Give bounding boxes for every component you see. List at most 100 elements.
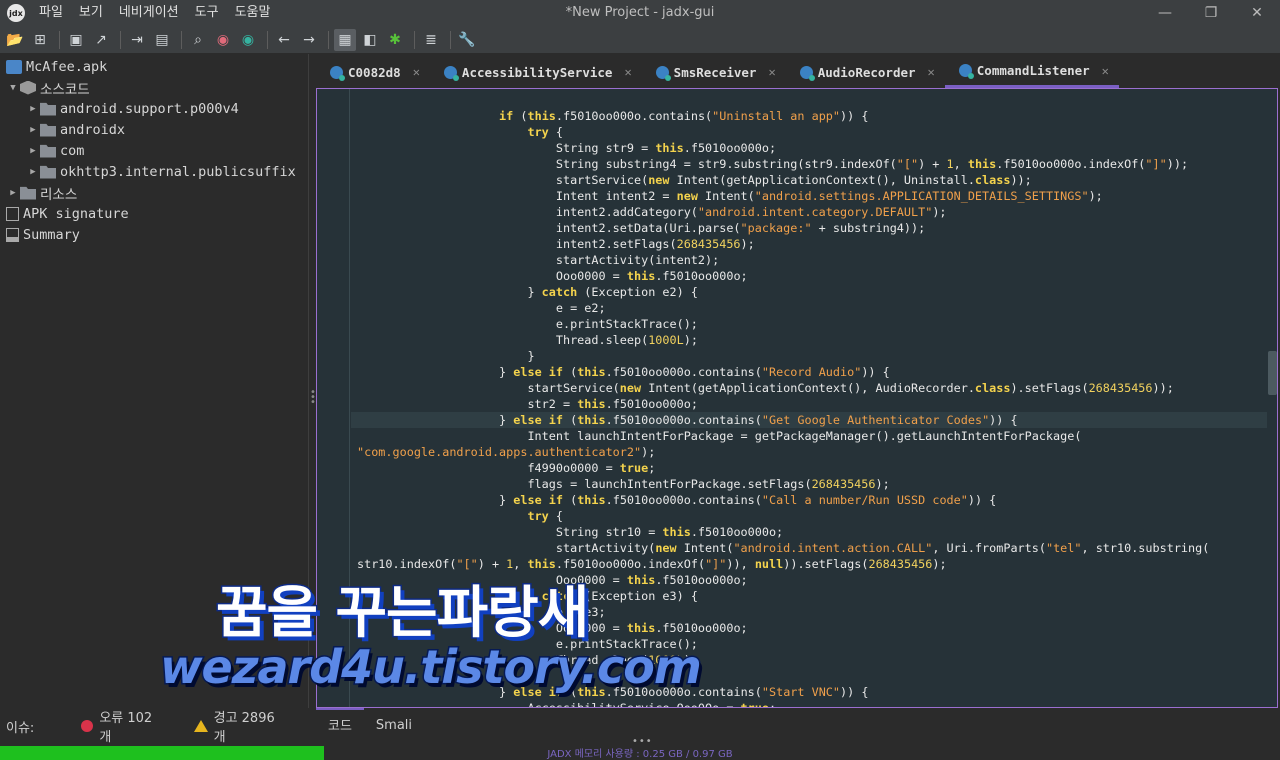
tree-item-label: 소스코드 — [40, 81, 90, 98]
close-window-button[interactable]: ✕ — [1234, 0, 1280, 26]
code-token: new — [676, 189, 698, 203]
close-icon[interactable]: ✕ — [413, 65, 420, 79]
class-icon — [958, 64, 974, 79]
code-token: } — [357, 285, 542, 299]
code-token: new — [655, 541, 677, 555]
chevron-right-icon[interactable]: ▶ — [26, 125, 40, 135]
code-token: Intent(getApplicationContext(), Uninstal… — [669, 173, 975, 187]
back-icon[interactable]: ← — [273, 29, 295, 51]
code-token: this — [655, 141, 684, 155]
code-token: Intent( — [676, 541, 734, 555]
menu-file[interactable]: 파일 — [31, 0, 71, 26]
deobfuscation-icon[interactable]: ▦ — [334, 28, 356, 51]
code-token: try — [527, 509, 549, 523]
code-token: )) { — [967, 493, 997, 507]
code-line: startService(new Intent(getApplicationCo… — [357, 172, 1267, 188]
sync-icon[interactable]: ⇥ — [126, 29, 148, 51]
error-count[interactable]: 오류 102개 — [81, 707, 163, 745]
log-icon[interactable]: ≣ — [420, 29, 442, 51]
close-icon[interactable]: ✕ — [928, 65, 935, 79]
tab-audiorecorder[interactable]: AudioRecorder ✕ — [786, 56, 945, 88]
search-icon[interactable]: ⌕ — [187, 29, 209, 51]
tree-item[interactable]: Summary — [0, 224, 308, 245]
tab-code[interactable]: 코드 — [316, 708, 364, 744]
code-token: ); — [932, 205, 947, 219]
chevron-right-icon[interactable]: ▶ — [26, 104, 40, 114]
quark-icon[interactable]: ◧ — [359, 29, 381, 51]
tree-item-label: 리소스 — [40, 186, 78, 203]
tree-item[interactable]: ▼ 소스코드 — [0, 77, 308, 98]
tab-smsreceiver[interactable]: SmsReceiver ✕ — [642, 56, 786, 88]
tab-accessibilityservice[interactable]: AccessibilityService ✕ — [430, 56, 642, 88]
tree-item[interactable]: ▶ okhttp3.internal.publicsuffix — [0, 161, 308, 182]
close-icon[interactable]: ✕ — [768, 65, 775, 79]
code-line: str2 = this.f5010oo000o; — [357, 396, 1267, 412]
tab-label: CommandListener — [976, 63, 1090, 78]
code-token: String str9 = — [357, 141, 656, 155]
code-line: startActivity(intent2); — [357, 252, 1267, 268]
save-icon[interactable]: ▣ — [65, 29, 87, 51]
preferences-icon[interactable]: 🔧 — [456, 29, 478, 51]
warning-count[interactable]: 경고 2896개 — [193, 707, 286, 745]
close-icon[interactable]: ✕ — [1102, 64, 1109, 78]
code-line: } else if (this.f5010oo000o.contains("Ge… — [351, 412, 1267, 428]
chevron-down-icon[interactable]: ▼ — [6, 83, 20, 93]
tree-item[interactable]: McAfee.apk — [0, 56, 308, 77]
code-token: 1 — [946, 157, 954, 171]
code-token: "Uninstall an app" — [712, 109, 841, 123]
tree-item[interactable]: ▶ android.support.p000v4 — [0, 98, 308, 119]
close-icon[interactable]: ✕ — [624, 65, 631, 79]
code-line: flags = launchIntentForPackage.setFlags(… — [357, 476, 1267, 492]
add-files-icon[interactable]: ⊞ — [29, 29, 51, 51]
code-token: ); — [641, 445, 656, 459]
code-token: "[" — [896, 157, 919, 171]
find-class-icon[interactable]: ◉ — [212, 29, 234, 51]
cube-icon — [20, 80, 36, 95]
code-token: this — [626, 573, 656, 587]
chevron-right-icon[interactable]: ▶ — [6, 188, 20, 198]
open-folder-icon[interactable]: 📂 — [4, 29, 26, 51]
watermark-url: wezard4u.tistory.com — [159, 639, 704, 696]
code-token: .f5010oo000o; — [655, 573, 748, 587]
chevron-right-icon[interactable]: ▶ — [26, 167, 40, 177]
flatten-packages-icon[interactable]: ▤ — [151, 29, 173, 51]
maximize-button[interactable]: ❐ — [1188, 0, 1234, 26]
menu-navigation[interactable]: 네비게이션 — [111, 0, 187, 26]
debug-icon[interactable]: ✱ — [384, 29, 406, 51]
code-line: e.printStackTrace(); — [357, 316, 1267, 332]
tab-smali[interactable]: Smali — [364, 709, 424, 743]
code-token: intent2.setFlags( — [357, 237, 677, 251]
tab-commandlistener[interactable]: CommandListener ✕ — [944, 56, 1119, 88]
forward-icon[interactable]: → — [298, 29, 320, 51]
code-token: e.printStackTrace(); — [357, 317, 698, 331]
menu-tools[interactable]: 도구 — [187, 0, 227, 26]
code-token: ); — [1088, 189, 1103, 203]
folder-icon — [40, 102, 56, 116]
code-line: String str10 = this.f5010oo000o; — [357, 524, 1267, 540]
minimize-button[interactable]: — — [1142, 0, 1188, 26]
code-view-tabs: 코드 Smali — [316, 708, 1280, 744]
editor-scrollbar-thumb[interactable] — [1268, 351, 1277, 395]
find-usage-icon[interactable]: ◉ — [237, 29, 259, 51]
class-icon — [799, 65, 815, 81]
editor-tabs: C0082d8 ✕ AccessibilityService ✕ SmsReceiver… — [316, 54, 1280, 88]
code-token: .f5010oo000o.contains( — [605, 365, 762, 379]
tree-item[interactable]: ▶ androidx — [0, 119, 308, 140]
code-token: .f5010oo000o; — [683, 141, 777, 155]
tree-item[interactable]: ▶ 리소스 — [0, 182, 308, 203]
export-icon[interactable]: ↗ — [90, 29, 112, 51]
tab-c0082d8[interactable]: C0082d8 ✕ — [316, 56, 430, 88]
code-token: AccessibilityService.Ooo0Oo = — [357, 701, 741, 708]
code-token: this — [967, 157, 997, 171]
menu-view[interactable]: 보기 — [71, 0, 111, 26]
code-token: )); — [1166, 157, 1189, 171]
tree-item[interactable]: APK signature — [0, 203, 308, 224]
chevron-right-icon[interactable]: ▶ — [26, 146, 40, 156]
code-line: startActivity(new Intent("android.intent… — [357, 540, 1267, 556]
tree-item[interactable]: ▶ com — [0, 140, 308, 161]
menu-help[interactable]: 도움말 — [227, 0, 279, 26]
toolbar-separator — [414, 30, 415, 49]
code-token: ); — [683, 333, 698, 347]
code-token: "]" — [1145, 157, 1167, 171]
